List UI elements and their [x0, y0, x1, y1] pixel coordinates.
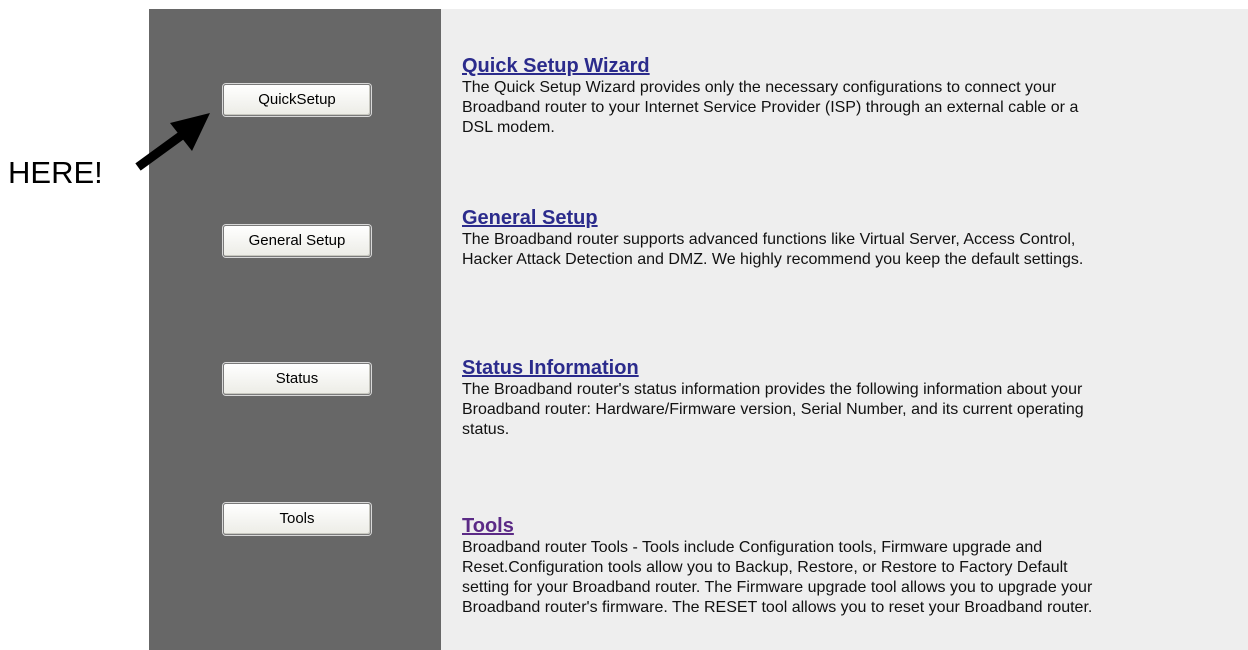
- tools-button[interactable]: Tools: [223, 503, 371, 535]
- quick-setup-wizard-link[interactable]: Quick Setup Wizard: [462, 54, 1102, 78]
- annotation-label: HERE!: [8, 155, 103, 190]
- general-setup-link[interactable]: General Setup: [462, 206, 1102, 230]
- status-information-description: The Broadband router's status informatio…: [462, 381, 1084, 438]
- general-setup-description: The Broadband router supports advanced f…: [462, 231, 1084, 268]
- section-quick-setup-wizard: Quick Setup Wizard The Quick Setup Wizar…: [462, 54, 1102, 138]
- tools-link[interactable]: Tools: [462, 514, 1102, 538]
- section-tools: Tools Broadband router Tools - Tools inc…: [462, 514, 1102, 618]
- section-general-setup: General Setup The Broadband router suppo…: [462, 206, 1102, 270]
- section-status-information: Status Information The Broadband router'…: [462, 356, 1102, 440]
- quicksetup-button[interactable]: QuickSetup: [223, 84, 371, 116]
- quick-setup-wizard-description: The Quick Setup Wizard provides only the…: [462, 79, 1079, 136]
- status-information-link[interactable]: Status Information: [462, 356, 1102, 380]
- arrow-icon: [135, 113, 210, 171]
- tools-description: Broadband router Tools - Tools include C…: [462, 539, 1093, 616]
- general-setup-button[interactable]: General Setup: [223, 225, 371, 257]
- status-button[interactable]: Status: [223, 363, 371, 395]
